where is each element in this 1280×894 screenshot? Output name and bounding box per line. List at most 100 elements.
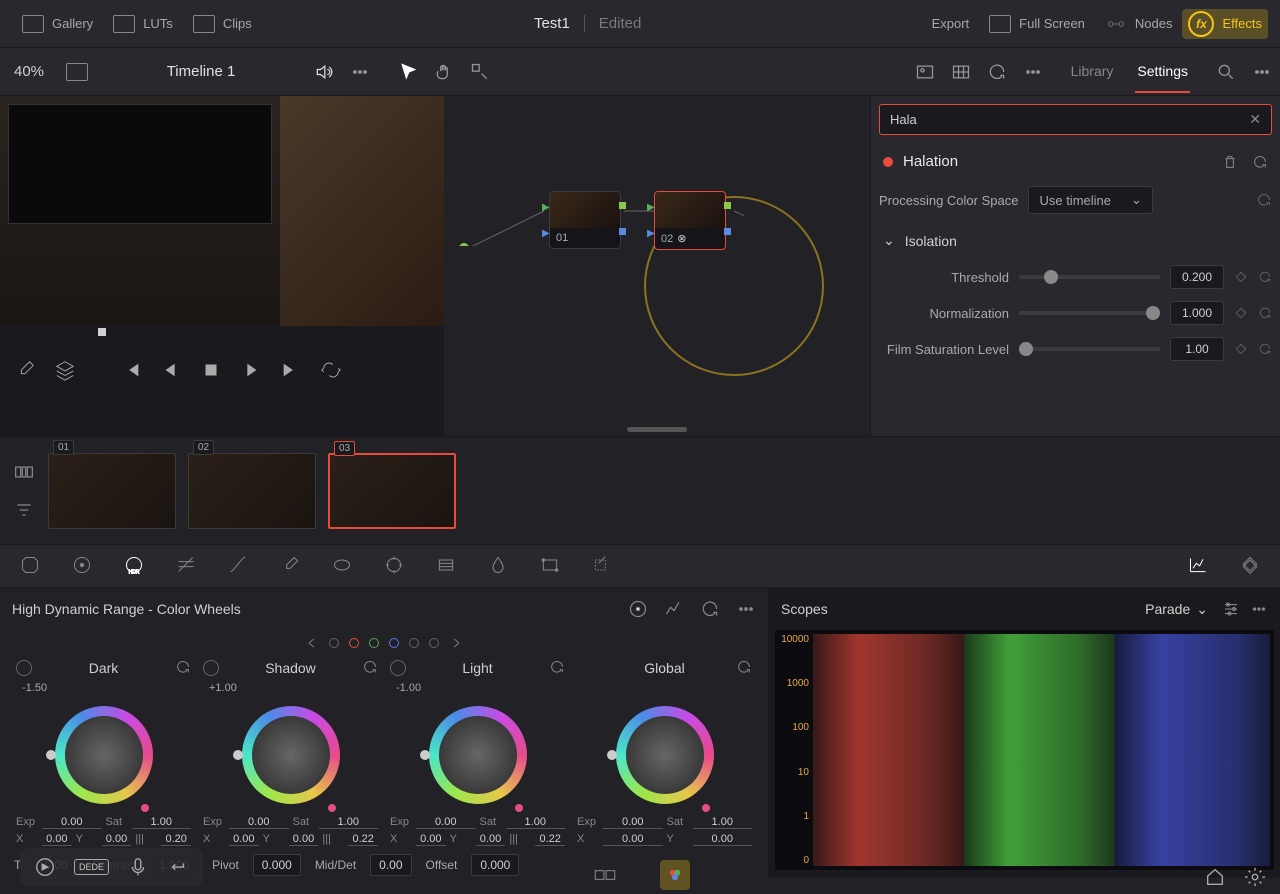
- middet-value[interactable]: 0.00: [370, 854, 411, 876]
- color-wheels-icon[interactable]: [70, 555, 94, 578]
- jog-bar[interactable]: [0, 328, 444, 342]
- sizing-icon[interactable]: [538, 555, 562, 578]
- scopes-icon[interactable]: [1186, 555, 1210, 578]
- reset-param-icon[interactable]: [1258, 342, 1272, 356]
- fullscreen-button[interactable]: Full Screen: [979, 9, 1095, 39]
- info-icon[interactable]: [1238, 555, 1262, 578]
- zone-dot[interactable]: [369, 638, 379, 648]
- first-frame-button[interactable]: [120, 359, 142, 381]
- graph-icon[interactable]: [664, 599, 684, 619]
- search-field[interactable]: [890, 112, 1249, 127]
- eyedropper-icon[interactable]: [14, 359, 36, 381]
- scopes-settings-icon[interactable]: [1222, 600, 1240, 618]
- pivot-value[interactable]: 0.000: [253, 854, 301, 876]
- mic-icon[interactable]: [127, 856, 149, 878]
- threshold-value[interactable]: 0.200: [1170, 265, 1224, 289]
- grid-mode-icon[interactable]: [943, 54, 979, 90]
- nodes-button[interactable]: Nodes: [1095, 9, 1183, 39]
- viewer-image[interactable]: [0, 96, 444, 326]
- clip-02[interactable]: 02: [188, 453, 316, 529]
- light-color-wheel[interactable]: [423, 700, 533, 810]
- zone-dot[interactable]: [409, 638, 419, 648]
- luts-button[interactable]: LUTs: [103, 9, 183, 39]
- reset-param-icon[interactable]: [1258, 306, 1272, 320]
- node-01[interactable]: 01 ▶ ▶: [549, 191, 621, 249]
- film-sat-value[interactable]: 1.00: [1170, 337, 1224, 361]
- quick-export-icon[interactable]: [34, 856, 56, 878]
- node-scroll[interactable]: [627, 427, 687, 432]
- reset-wheel-icon[interactable]: [549, 659, 565, 678]
- offset-value[interactable]: 0.000: [471, 854, 519, 876]
- shadow-color-wheel[interactable]: [236, 700, 346, 810]
- timeline-view-icon[interactable]: [12, 462, 36, 482]
- zone-dot[interactable]: [329, 638, 339, 648]
- hand-tool[interactable]: [426, 54, 462, 90]
- film-sat-slider[interactable]: [1019, 347, 1160, 351]
- more-node-button[interactable]: [1015, 54, 1051, 90]
- more-wheels-icon[interactable]: [736, 599, 756, 619]
- keyframe-icon[interactable]: [1234, 342, 1248, 356]
- more-viewer-button[interactable]: [342, 54, 378, 90]
- hdr-wheels-icon[interactable]: HDR: [122, 555, 146, 578]
- reset-wheel-icon[interactable]: [736, 659, 752, 678]
- reset-pcs-icon[interactable]: [1256, 192, 1272, 208]
- fx-enabled-dot[interactable]: [883, 157, 893, 167]
- refresh-viewer-button[interactable]: [979, 54, 1015, 90]
- keyframe-icon[interactable]: [1234, 306, 1248, 320]
- more-scopes-icon[interactable]: [1250, 600, 1268, 618]
- tab-settings[interactable]: Settings: [1135, 51, 1190, 93]
- zone-toggle-icon[interactable]: [203, 660, 219, 676]
- more-panel-button[interactable]: [1244, 54, 1280, 90]
- zoom-level[interactable]: 40%: [0, 63, 58, 80]
- loop-button[interactable]: [320, 359, 342, 381]
- clear-search-icon[interactable]: ✕: [1249, 111, 1261, 128]
- keyframe-icon[interactable]: [1234, 270, 1248, 284]
- node-graph[interactable]: 01 ▶ ▶ 02 ⊗ ▶ ▶: [444, 96, 870, 436]
- reset-wheel-icon[interactable]: [362, 659, 378, 678]
- zone-dot[interactable]: [389, 638, 399, 648]
- prev-zone-icon[interactable]: [305, 636, 319, 650]
- effects-button[interactable]: fx Effects: [1182, 9, 1268, 39]
- global-color-wheel[interactable]: [610, 700, 720, 810]
- tab-library[interactable]: Library: [1069, 51, 1116, 93]
- camera-raw-icon[interactable]: [18, 555, 42, 578]
- zone-toggle-icon[interactable]: [16, 660, 32, 676]
- next-zone-icon[interactable]: [449, 636, 463, 650]
- dede-badge[interactable]: DEDE: [74, 859, 109, 875]
- normalization-slider[interactable]: [1019, 311, 1160, 315]
- color-match-icon[interactable]: [590, 860, 620, 890]
- reset-fx-icon[interactable]: [1252, 154, 1268, 170]
- gallery-button[interactable]: Gallery: [12, 9, 103, 39]
- return-icon[interactable]: [167, 856, 189, 878]
- isolation-section[interactable]: ⌄ Isolation: [879, 222, 1272, 259]
- last-frame-button[interactable]: [280, 359, 302, 381]
- zone-icon[interactable]: [628, 599, 648, 619]
- qualifier-icon[interactable]: [278, 555, 302, 578]
- blur-icon[interactable]: [434, 555, 458, 578]
- clip-03[interactable]: 03: [328, 453, 456, 529]
- layers-icon[interactable]: [54, 359, 76, 381]
- color-page-icon[interactable]: [660, 860, 690, 890]
- clip-01[interactable]: 01: [48, 453, 176, 529]
- gear-icon[interactable]: [1244, 866, 1266, 888]
- scopes-mode-dropdown[interactable]: Parade⌄: [1145, 601, 1208, 618]
- normalization-value[interactable]: 1.000: [1170, 301, 1224, 325]
- view-mode-icon[interactable]: [66, 63, 88, 81]
- key-icon[interactable]: [486, 555, 510, 578]
- zone-dot[interactable]: [349, 638, 359, 648]
- reset-param-icon[interactable]: [1258, 270, 1272, 284]
- dark-color-wheel[interactable]: [49, 700, 159, 810]
- tracker-icon[interactable]: [382, 555, 406, 578]
- trash-icon[interactable]: [1222, 154, 1238, 170]
- threshold-slider[interactable]: [1019, 275, 1160, 279]
- search-button[interactable]: [1208, 54, 1244, 90]
- reset-all-icon[interactable]: [700, 599, 720, 619]
- fx-search-input[interactable]: ✕: [879, 104, 1272, 135]
- play-button[interactable]: [240, 359, 262, 381]
- stop-button[interactable]: [200, 359, 222, 381]
- prev-frame-button[interactable]: [160, 359, 182, 381]
- cursor-tool[interactable]: [390, 54, 426, 90]
- timeline-title[interactable]: Timeline 1: [96, 63, 306, 80]
- export-button[interactable]: Export: [914, 10, 980, 37]
- mute-button[interactable]: [306, 54, 342, 90]
